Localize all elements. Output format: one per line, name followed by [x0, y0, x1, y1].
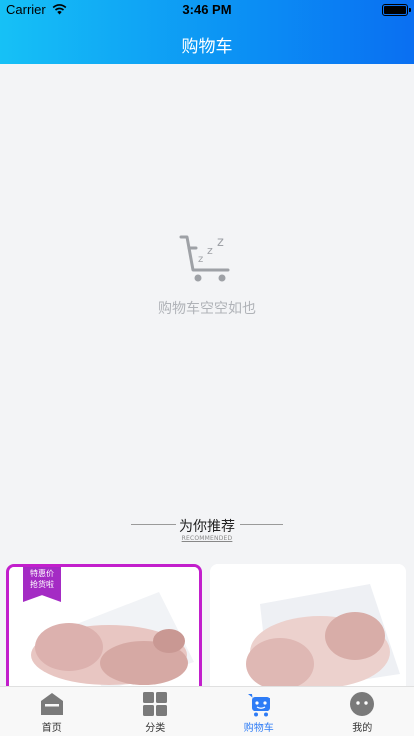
tab-category-label: 分类	[145, 723, 166, 734]
recommend-title: 为你推荐	[179, 519, 235, 535]
battery-icon	[382, 4, 411, 16]
tab-category[interactable]: 分类	[104, 687, 208, 736]
home-icon	[40, 693, 63, 715]
product-card[interactable]: 特惠价 抢货啦	[6, 564, 202, 694]
header-bar: Carrier 3:46 PM 购物车	[0, 0, 414, 64]
cart-icon	[247, 694, 270, 717]
svg-text:z: z	[217, 235, 224, 250]
tab-profile[interactable]: 我的	[311, 687, 414, 736]
profile-icon	[350, 692, 375, 716]
tab-home[interactable]: 首页	[0, 687, 104, 736]
clock: 3:46 PM	[182, 2, 232, 17]
svg-text:z: z	[198, 254, 203, 265]
tab-profile-label: 我的	[352, 723, 373, 734]
divider-right	[240, 524, 283, 525]
empty-cart-message: 购物车空空如也	[158, 301, 256, 317]
promo-badge-line1: 特惠价	[30, 569, 54, 578]
recommend-subtitle: RECOMMENDED	[181, 535, 233, 542]
tab-home-label: 首页	[41, 723, 62, 734]
empty-cart-icon: z z z	[179, 235, 230, 282]
svg-text:z: z	[207, 244, 213, 257]
page-title: 购物车	[181, 37, 233, 57]
status-bar: Carrier 3:46 PM	[0, 0, 414, 20]
product-image-duck	[210, 564, 406, 694]
product-card[interactable]	[210, 564, 406, 694]
tab-bar: 首页 分类 购物车 我的	[0, 686, 414, 736]
tab-cart-label: 购物车	[243, 723, 274, 734]
promo-badge-line2: 抢货啦	[30, 580, 54, 589]
category-icon	[143, 692, 168, 716]
tab-cart[interactable]: 购物车	[207, 687, 311, 736]
